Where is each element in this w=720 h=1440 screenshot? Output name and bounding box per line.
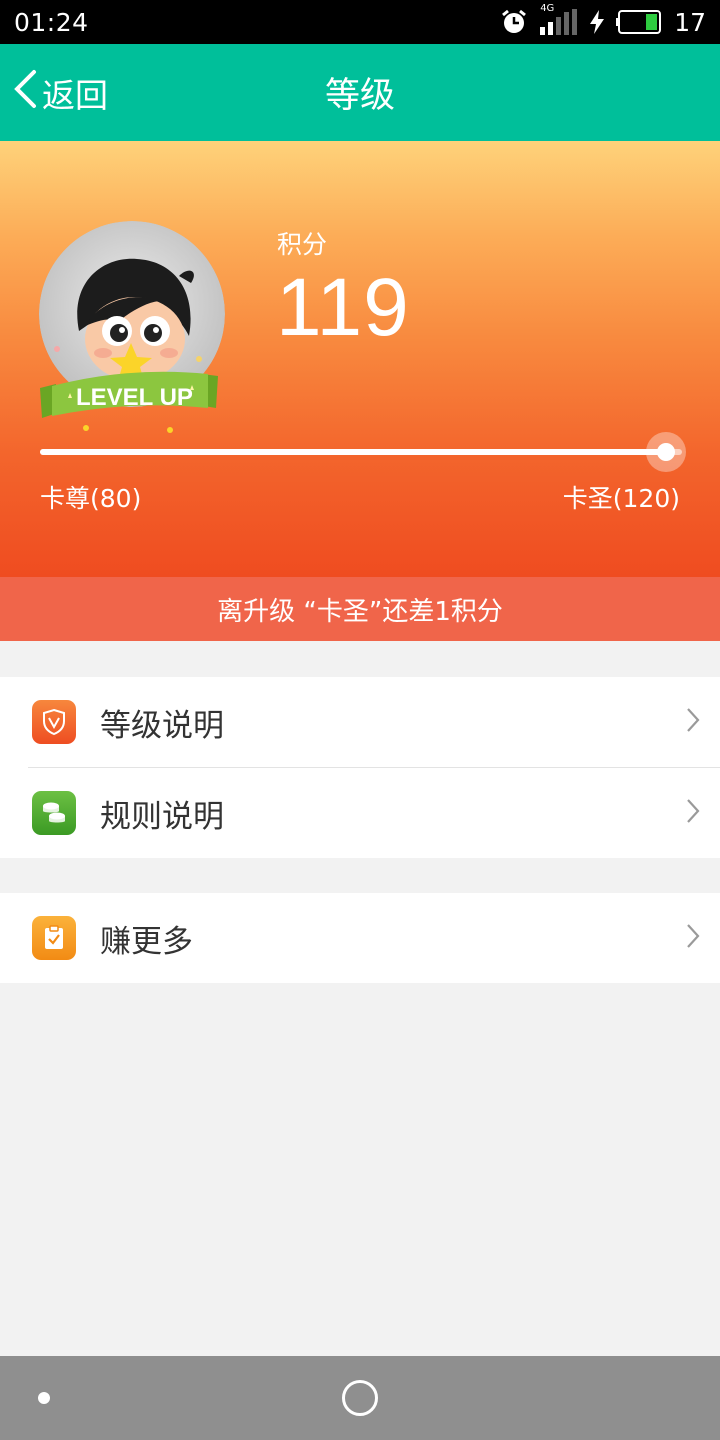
chevron-right-icon bbox=[686, 707, 700, 737]
level-up-text: LEVEL UP bbox=[76, 384, 193, 411]
coins-icon bbox=[32, 791, 76, 835]
charging-icon bbox=[590, 10, 605, 34]
menu-item-earn-more[interactable]: 赚更多 bbox=[0, 893, 720, 983]
level-up-badge: LEVEL UP bbox=[40, 366, 218, 436]
menu-group-info: 等级说明 规则说明 bbox=[0, 677, 720, 858]
next-level-label: 卡圣(120) bbox=[562, 484, 680, 513]
menu-item-label: 赚更多 bbox=[100, 923, 193, 960]
progress-knob bbox=[645, 432, 686, 472]
home-button[interactable] bbox=[342, 1380, 378, 1416]
upgrade-notice: 离升级 “卡圣”还差1积分 bbox=[0, 577, 720, 641]
menu-dot-button[interactable] bbox=[38, 1392, 50, 1404]
progress-fill bbox=[40, 449, 666, 455]
level-hero: LEVEL UP 积分 119 卡尊(80) 卡圣(120) bbox=[0, 141, 720, 577]
signal-icon: 4G bbox=[540, 3, 578, 35]
menu-item-level-info[interactable]: 等级说明 bbox=[0, 677, 720, 767]
menu-item-rules-info[interactable]: 规则说明 bbox=[0, 768, 720, 858]
chevron-right-icon bbox=[686, 798, 700, 828]
points-label: 积分 bbox=[277, 230, 328, 259]
battery-level: 17 bbox=[674, 7, 706, 37]
menu-group-earn: 赚更多 bbox=[0, 893, 720, 983]
app-bar: 返回 等级 bbox=[0, 44, 720, 141]
status-time: 01:24 bbox=[14, 7, 89, 37]
points-value: 119 bbox=[276, 262, 410, 353]
clipboard-check-icon bbox=[32, 916, 76, 960]
system-nav-bar bbox=[0, 1356, 720, 1440]
current-level-label: 卡尊(80) bbox=[40, 484, 142, 513]
network-label: 4G bbox=[540, 3, 555, 14]
menu-item-label: 规则说明 bbox=[100, 798, 224, 835]
status-icons: 4G 17 bbox=[500, 3, 706, 37]
alarm-icon bbox=[500, 8, 528, 36]
status-bar: 01:24 4G 17 bbox=[0, 0, 720, 44]
shield-v-icon bbox=[32, 700, 76, 744]
battery-icon bbox=[616, 10, 662, 34]
chevron-right-icon bbox=[686, 923, 700, 953]
page-title: 等级 bbox=[324, 76, 395, 116]
menu-item-label: 等级说明 bbox=[100, 707, 224, 744]
level-progress-bar bbox=[40, 432, 686, 472]
